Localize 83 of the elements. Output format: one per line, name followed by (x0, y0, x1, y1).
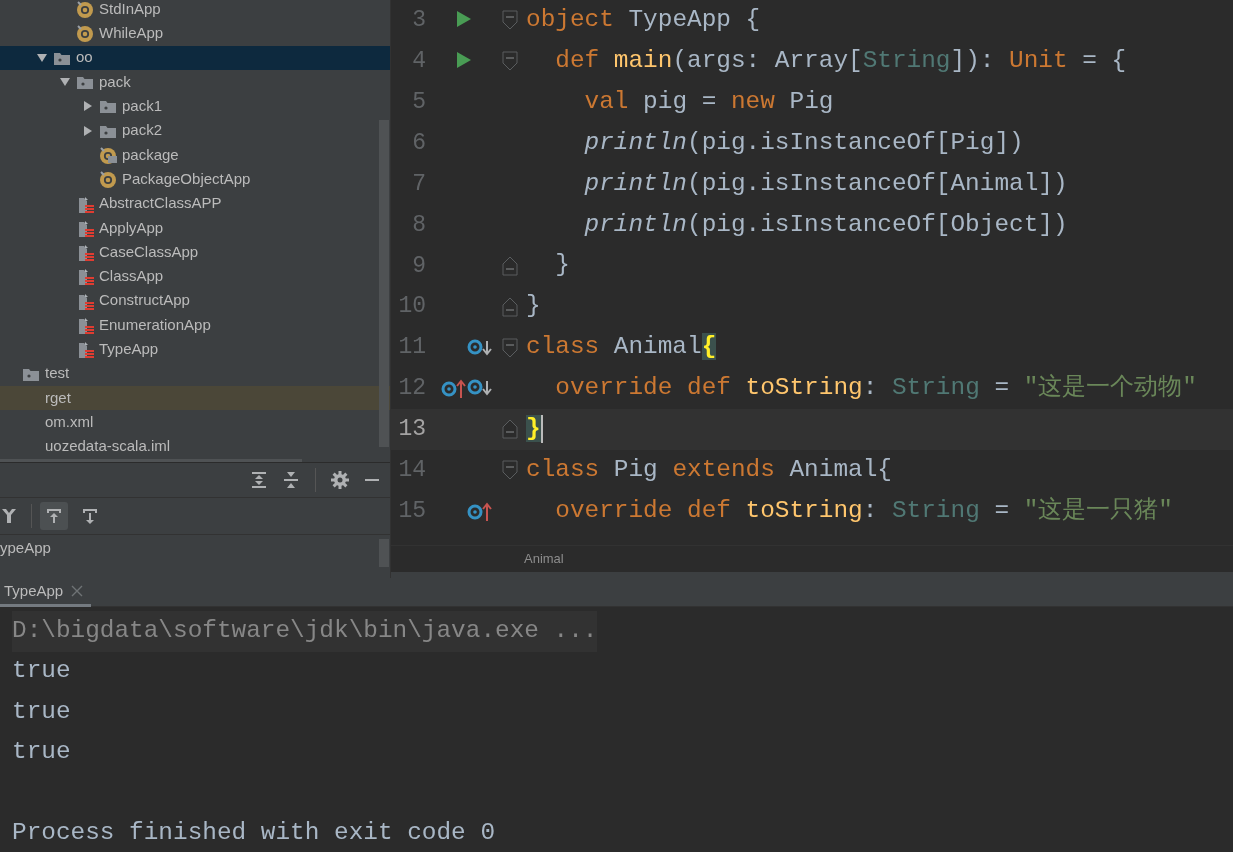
filter-icon (0, 507, 18, 525)
line-number: 3 (411, 6, 427, 36)
line-number: 10 (397, 292, 427, 322)
code-line: } (554, 250, 570, 281)
tree-item[interactable]: PackageObjectApp (122, 167, 251, 191)
tree-item[interactable]: om.xml (45, 410, 94, 434)
code-line: } (525, 291, 541, 322)
tree-item[interactable]: EnumerationApp (99, 313, 211, 337)
code-line: println(pig.isInstanceOf[Object]) (583, 209, 1068, 240)
tree-item[interactable]: ConstructApp (99, 289, 190, 312)
package-object-icon (99, 145, 117, 164)
up-arrow-tray-icon (45, 507, 63, 525)
console-line: true (12, 656, 71, 687)
line-number: 15 (397, 496, 427, 526)
console-line: true (12, 737, 71, 768)
code-line: object TypeApp { (525, 5, 761, 36)
fold-icon[interactable] (502, 10, 518, 31)
settings-icon (331, 471, 349, 489)
fold-icon[interactable] (502, 337, 518, 358)
tree-item[interactable]: package (122, 143, 179, 167)
tree-item[interactable]: TypeApp (99, 338, 159, 361)
tree-item[interactable]: rget (45, 386, 71, 410)
code-line: class Pig extends Animal{ (525, 454, 892, 485)
object-icon (76, 24, 94, 43)
tree-item[interactable]: ApplyApp (99, 216, 164, 240)
tree-item[interactable]: ClassApp (99, 265, 164, 288)
tree-item[interactable]: oo (76, 46, 93, 69)
console-line: Process finished with exit code 0 (12, 818, 495, 849)
code-line: println(pig.isInstanceOf[Pig]) (583, 127, 1024, 158)
code-line: class Animal{ (525, 332, 717, 363)
scrollbar[interactable] (379, 539, 389, 567)
scrollbar[interactable] (379, 120, 389, 447)
line-number: 12 (397, 374, 427, 404)
scala-file-icon (76, 267, 94, 286)
tree-item[interactable]: StdInApp (99, 0, 161, 21)
line-number: 8 (411, 210, 427, 240)
unfold-icon[interactable] (502, 255, 518, 276)
line-number: 14 (397, 456, 427, 485)
tree-item[interactable]: AbstractClassAPP (99, 192, 222, 215)
scala-file-icon (76, 194, 94, 213)
tree-item[interactable]: CaseClassApp (99, 240, 199, 264)
unfold-icon[interactable] (502, 296, 518, 317)
scala-file-icon (76, 243, 94, 262)
tree-item[interactable]: pack (99, 70, 131, 94)
line-number: 13 (397, 415, 427, 445)
tree-item[interactable]: test (45, 362, 70, 385)
scala-file-icon (76, 316, 94, 334)
line-number: 9 (411, 251, 427, 281)
object-icon (99, 170, 117, 189)
tree-item[interactable]: pack1 (122, 95, 163, 118)
code-line: println(pig.isInstanceOf[Animal]) (583, 168, 1068, 199)
scala-file-icon (76, 340, 94, 359)
breadcrumb[interactable]: Animal (524, 549, 564, 569)
code-line: override def toString: String = "这是一个动物" (554, 373, 1197, 404)
console-line: true (12, 696, 71, 727)
tree-row-highlight[interactable]: rget (0, 385, 390, 411)
toolbar-button[interactable] (40, 502, 68, 530)
tree-item[interactable]: WhileApp (99, 22, 164, 45)
line-number: 4 (411, 47, 427, 77)
fold-icon[interactable] (502, 51, 518, 72)
collapsed-arrow-icon[interactable] (82, 124, 94, 137)
code-line: val pig = new Pig (583, 86, 834, 117)
tree-item[interactable]: uozedata-scala.iml (45, 435, 171, 458)
line-number: 7 (411, 169, 427, 199)
line-number: 6 (411, 128, 427, 158)
code-line: override def toString: String = "这是一只猪" (554, 495, 1173, 526)
tab[interactable]: TypeApp (0, 578, 92, 607)
minimize-icon (365, 479, 379, 481)
structure-item[interactable]: ypeApp (0, 536, 51, 560)
expand-all-icon (250, 471, 268, 489)
line-number: 5 (411, 87, 427, 117)
line-number: 11 (397, 333, 427, 363)
close-icon[interactable] (71, 585, 84, 597)
scala-file-icon (76, 291, 94, 310)
code-line: def main(args: Array[String]): Unit = { (554, 46, 1127, 77)
scala-file-icon (76, 218, 94, 237)
unfold-icon[interactable] (502, 419, 518, 440)
tree-item[interactable]: pack2 (122, 119, 163, 142)
fold-icon[interactable] (502, 460, 518, 481)
down-arrow-tray-icon (81, 507, 99, 525)
collapse-all-icon (282, 471, 300, 489)
expanded-arrow-icon[interactable] (36, 51, 48, 64)
collapsed-arrow-icon[interactable] (82, 100, 94, 113)
